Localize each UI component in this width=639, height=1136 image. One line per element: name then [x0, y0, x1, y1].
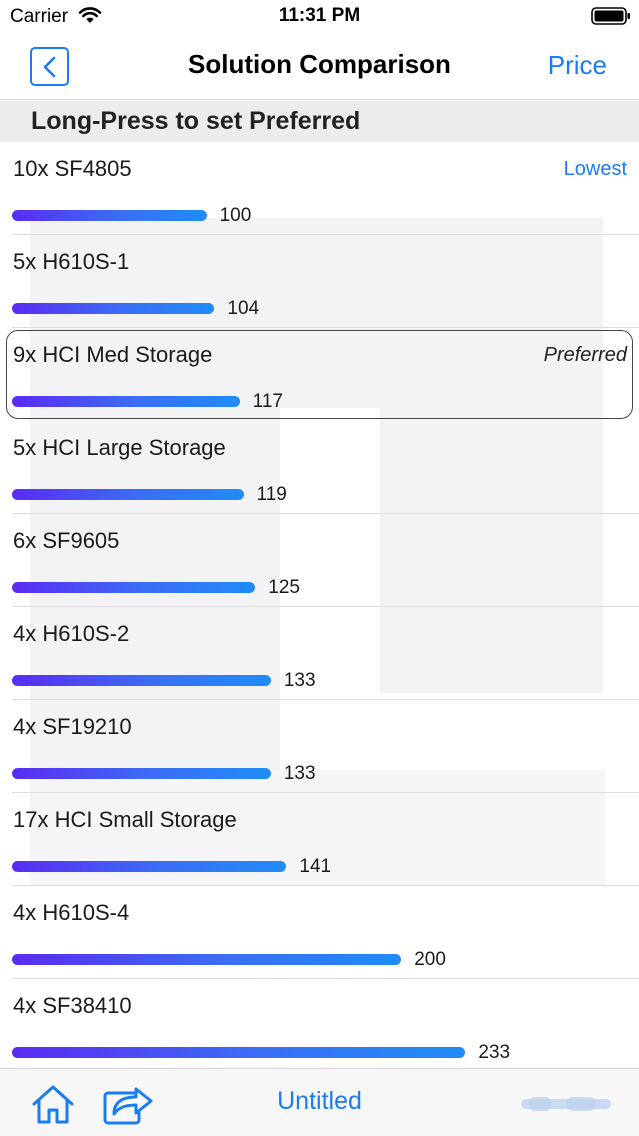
price-value: 125	[268, 577, 300, 598]
list-item[interactable]: 4x SF38410 233	[0, 979, 639, 1068]
price-bar	[12, 396, 240, 407]
price-value: 104	[227, 298, 260, 319]
price-bar	[12, 582, 256, 593]
price-bar	[12, 675, 271, 686]
solution-name: 4x SF38410	[13, 993, 132, 1018]
list-item[interactable]: 5x HCI Large Storage 119	[0, 421, 639, 514]
solution-name: 10x SF4805	[13, 156, 132, 181]
screen: Carrier 11:31 PM Solution Comparison Pri…	[0, 0, 639, 1136]
page-title: Solution Comparison	[188, 49, 451, 79]
list-item[interactable]: 9x HCI Med Storage Preferred 117	[0, 328, 639, 421]
price-value: 133	[283, 763, 316, 784]
navigation-bar: Solution Comparison Price	[0, 34, 639, 100]
list-item[interactable]: 4x H610S-2 133	[0, 607, 639, 700]
section-header: Long-Press to set Preferred	[0, 101, 639, 142]
solution-name: 6x SF9605	[13, 528, 120, 553]
price-bar	[12, 861, 287, 872]
section-header-label: Long-Press to set Preferred	[31, 107, 361, 135]
price-value: 133	[283, 670, 316, 691]
solution-name: 5x HCI Large Storage	[13, 435, 226, 460]
blurred-logo-icon	[521, 1097, 611, 1111]
solution-name: 4x SF19210	[13, 714, 132, 739]
bottom-toolbar: Untitled	[0, 1068, 639, 1136]
price-bar	[12, 768, 271, 779]
price-bar	[12, 1047, 466, 1058]
price-value: 141	[299, 856, 332, 877]
solution-name: 4x H610S-4	[13, 900, 130, 925]
price-value: 233	[478, 1042, 511, 1063]
solution-name: 4x H610S-2	[13, 621, 130, 646]
price-value: 100	[219, 205, 252, 226]
solution-name: 9x HCI Med Storage	[13, 342, 213, 367]
price-bar	[12, 954, 402, 965]
lowest-badge: Lowest	[563, 158, 627, 180]
status-bar: Carrier 11:31 PM	[0, 0, 639, 34]
price-bar	[12, 210, 207, 221]
list-item[interactable]: 4x H610S-4 200	[0, 886, 639, 979]
price-value: 200	[414, 949, 446, 970]
list-item[interactable]: 6x SF9605 125	[0, 514, 639, 607]
list-item[interactable]: 4x SF19210 133	[0, 700, 639, 793]
solution-name: 17x HCI Small Storage	[13, 807, 237, 832]
list-item[interactable]: 17x HCI Small Storage 141	[0, 793, 639, 886]
list-item[interactable]: 10x SF4805 Lowest 100	[0, 142, 639, 235]
preferred-badge: Preferred	[543, 344, 627, 366]
price-bar	[12, 489, 244, 500]
battery-icon	[591, 7, 630, 25]
status-time: 11:31 PM	[278, 5, 361, 26]
price-bar	[12, 303, 215, 314]
solution-name: 5x H610S-1	[13, 249, 130, 274]
price-value: 117	[252, 391, 283, 412]
price-value: 119	[256, 484, 287, 505]
list-item[interactable]: 5x H610S-1 104	[0, 235, 639, 328]
price-button[interactable]: Price	[548, 50, 607, 81]
solution-list: 10x SF4805 Lowest 100 5x H610S-1 104 9x HCI M…	[0, 142, 639, 1068]
